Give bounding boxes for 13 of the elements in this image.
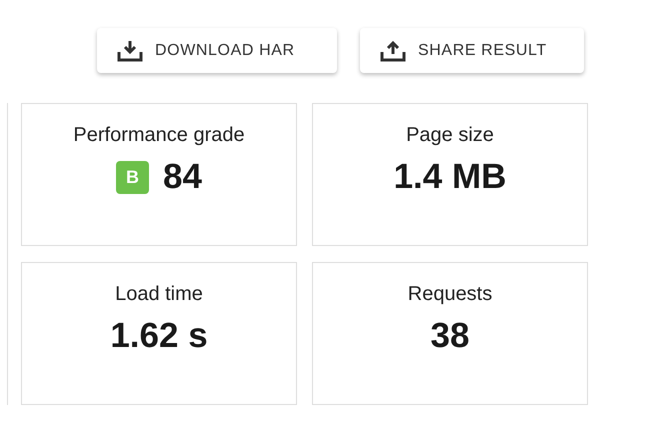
metric-value: 1.62 s [110,316,208,356]
share-icon [380,40,406,62]
metric-value: 84 [163,157,202,197]
metric-label: Performance grade [73,124,245,147]
metric-label: Load time [115,283,203,306]
share-button[interactable]: SHARE RESULT [360,28,584,73]
download-button[interactable]: DOWNLOAD HAR [97,28,337,73]
metric-value: 1.4 MB [394,157,506,197]
metric-label: Page size [406,124,494,147]
download-icon [117,40,143,62]
metric-value: 38 [430,316,470,356]
grade-badge: B [116,160,150,194]
metric-label: Requests [408,283,492,306]
